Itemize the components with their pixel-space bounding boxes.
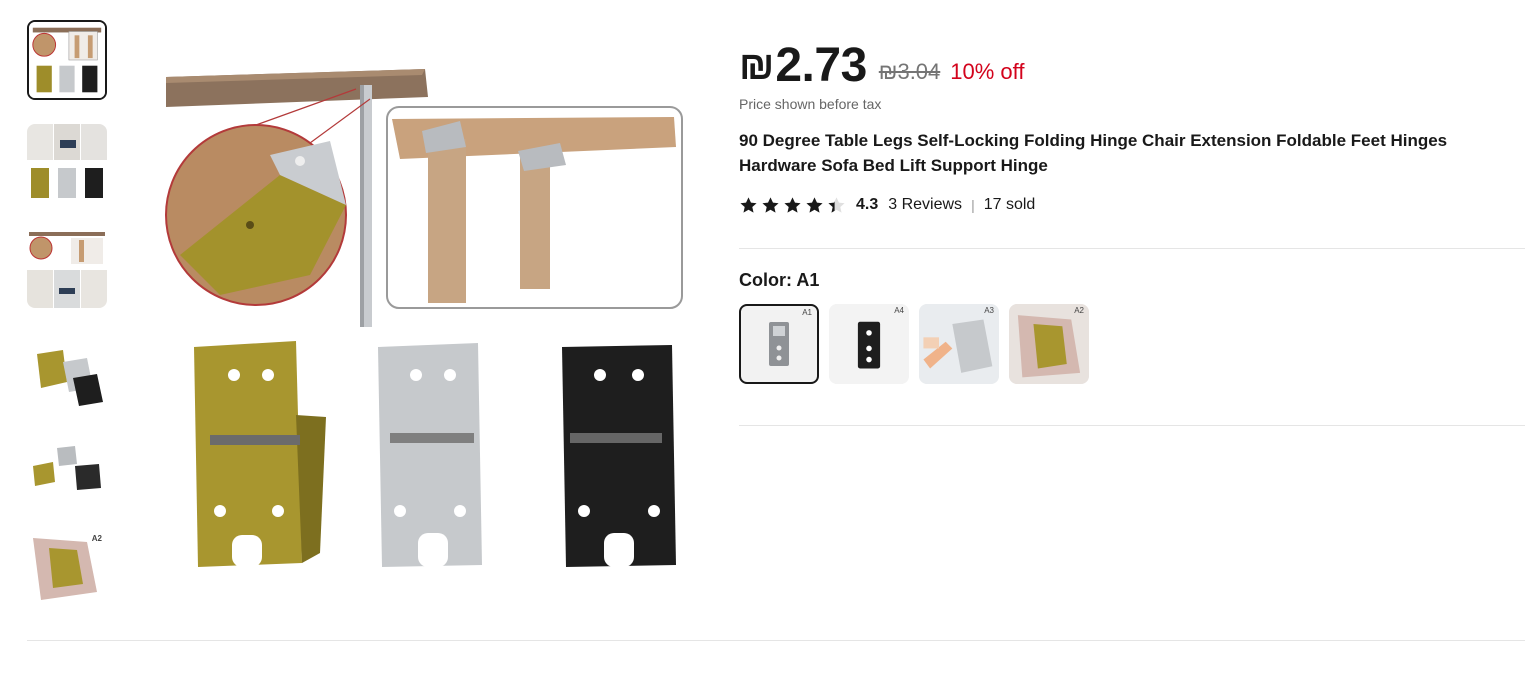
star-icon	[762, 196, 779, 213]
thumbnail-2[interactable]	[27, 124, 107, 204]
bottom-divider	[27, 640, 1525, 641]
rating-separator: |	[971, 197, 975, 213]
rating-row: 4.3 3 Reviews | 17 sold	[739, 192, 1525, 218]
color-option-a2[interactable]: A2	[1009, 304, 1089, 384]
product-info-panel: ₪ 2.73 ₪3.04 10% off Price shown before …	[739, 38, 1525, 426]
current-price: ₪ 2.73	[739, 38, 867, 94]
discount-label: 10% off	[950, 59, 1025, 84]
thumbnail-4[interactable]	[27, 332, 107, 412]
divider	[739, 248, 1525, 249]
rating-value: 4.3	[856, 196, 879, 213]
star-icon	[740, 196, 757, 213]
star-rating	[739, 196, 846, 215]
color-options: A1 A4 A3 A2	[739, 304, 1089, 384]
color-option-a1-image	[743, 308, 815, 380]
thumbnail-4-image	[27, 332, 107, 412]
thumbnail-2-image	[27, 124, 107, 204]
product-title: 90 Degree Table Legs Self-Locking Foldin…	[739, 131, 1448, 175]
thumbnail-3[interactable]	[27, 228, 107, 308]
price-row: ₪ 2.73 ₪3.04 10% off	[739, 38, 1525, 94]
color-option-a2-image	[1009, 304, 1089, 384]
hinge-product-illustration	[165, 69, 683, 567]
color-label: Color: A1	[739, 270, 820, 290]
currency-symbol: ₪	[739, 44, 775, 88]
thumbnail-5-image	[27, 436, 107, 516]
original-price: ₪3.04	[878, 59, 941, 84]
price-value: 2.73	[775, 39, 867, 92]
tax-note: Price shown before tax	[739, 96, 882, 112]
thumbnail-3-image	[27, 228, 107, 308]
thumbnail-5[interactable]	[27, 436, 107, 516]
thumbnail-6[interactable]: A2	[27, 532, 107, 600]
color-option-a1-tag: A1	[802, 308, 812, 317]
color-option-a4-tag: A4	[894, 306, 904, 315]
color-option-a3-tag: A3	[984, 306, 994, 315]
color-option-a3[interactable]: A3	[919, 304, 999, 384]
sold-count: 17 sold	[983, 196, 1036, 213]
thumbnail-6-tag: A2	[91, 534, 102, 543]
color-option-a3-image	[919, 304, 999, 384]
color-option-a4-image	[829, 304, 909, 384]
thumbnail-1[interactable]	[27, 20, 107, 100]
main-product-image[interactable]	[160, 55, 688, 583]
star-half-icon	[828, 196, 845, 213]
thumbnail-1-image	[29, 22, 105, 98]
divider	[739, 425, 1525, 426]
color-option-a1[interactable]: A1	[739, 304, 819, 384]
star-icon	[806, 196, 823, 213]
star-icon	[784, 196, 801, 213]
color-option-a2-tag: A2	[1074, 306, 1084, 315]
color-option-a4[interactable]: A4	[829, 304, 909, 384]
reviews-link[interactable]: 3 Reviews	[888, 196, 962, 214]
